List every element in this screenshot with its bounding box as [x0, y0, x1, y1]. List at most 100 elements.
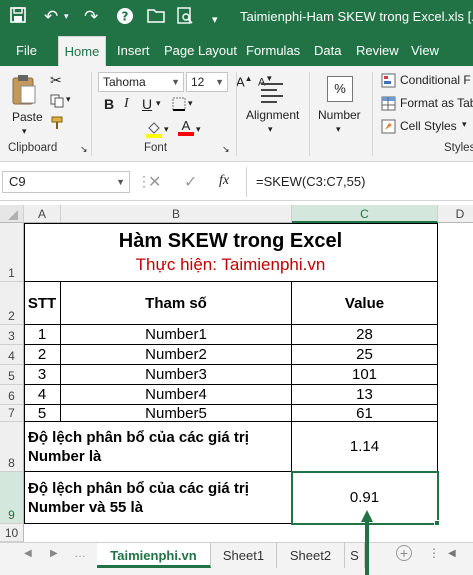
fill-handle[interactable] [434, 520, 440, 526]
sheet-tab-taimienphi[interactable]: Taimienphi.vn [97, 543, 211, 568]
row-header-1[interactable]: 1 [0, 223, 24, 282]
sheet-tab-sheet2[interactable]: Sheet2 [277, 543, 345, 568]
italic-button[interactable]: I [124, 96, 129, 112]
row-header-7[interactable]: 7 [0, 405, 24, 422]
prev-sheet-icon[interactable]: ◀ [24, 548, 32, 559]
stt-cell[interactable]: 1 [24, 325, 61, 345]
scroll-left-icon[interactable]: ◀ [448, 548, 456, 559]
copy-dropdown-icon[interactable]: ▾ [66, 94, 71, 105]
param-cell[interactable]: Number3 [61, 365, 292, 385]
column-header-a[interactable]: A [24, 205, 61, 223]
enter-icon[interactable]: ✓ [184, 172, 197, 192]
param-cell[interactable]: Number4 [61, 385, 292, 405]
font-color-dropdown-icon[interactable]: ▾ [196, 124, 201, 135]
tab-insert[interactable]: Insert [117, 36, 150, 66]
column-header-c[interactable]: C [292, 205, 438, 223]
clipboard-launcher-icon[interactable]: ↘ [80, 144, 88, 155]
tab-file[interactable]: File [16, 36, 37, 66]
underline-button[interactable]: U [142, 96, 152, 112]
fill-color-icon[interactable] [146, 120, 162, 141]
borders-dropdown-icon[interactable]: ▾ [188, 98, 193, 109]
help-icon[interactable]: ? [116, 7, 134, 30]
stt-cell[interactable]: 3 [24, 365, 61, 385]
font-launcher-icon[interactable]: ↘ [222, 144, 230, 155]
next-sheet-icon[interactable]: ▶ [50, 548, 58, 559]
paste-label[interactable]: Paste [12, 110, 43, 124]
header-param-cell[interactable]: Tham số [61, 282, 292, 325]
tab-view[interactable]: View [411, 36, 439, 66]
cancel-icon[interactable]: ✕ [148, 172, 161, 192]
skew-value-cell[interactable]: 1.14 [292, 422, 438, 472]
redo-icon[interactable]: ↷ [84, 7, 98, 27]
tab-data[interactable]: Data [314, 36, 341, 66]
fill-color-dropdown-icon[interactable]: ▾ [164, 124, 169, 135]
cell-styles-dropdown-icon[interactable]: ▾ [462, 119, 467, 130]
sheet-options-icon[interactable]: ⋮ [428, 546, 440, 560]
paste-icon[interactable] [11, 74, 37, 111]
cell-styles-icon[interactable] [381, 119, 396, 137]
tab-formulas[interactable]: Formulas [246, 36, 300, 66]
header-value-cell[interactable]: Value [292, 282, 438, 325]
print-preview-icon[interactable] [176, 7, 194, 30]
conditional-formatting-icon[interactable] [381, 73, 396, 91]
alignment-icon[interactable] [258, 78, 286, 109]
param-cell[interactable]: Number1 [61, 325, 292, 345]
row-header-2[interactable]: 2 [0, 282, 24, 325]
font-size-select[interactable]: 12 ▼ [186, 72, 228, 92]
number-dropdown-icon[interactable]: ▾ [336, 124, 341, 135]
add-sheet-icon[interactable]: + [396, 545, 412, 561]
row-header-9[interactable]: 9 [0, 472, 24, 524]
formula-input[interactable]: =SKEW(C3:C7,55) [256, 174, 365, 189]
name-box[interactable]: C9 ▼ [2, 171, 130, 193]
skew-label-cell[interactable]: Độ lệch phân bổ của các giá trị Number l… [24, 422, 292, 472]
select-all-corner[interactable] [0, 205, 24, 223]
row-header-10[interactable]: 10 [0, 524, 24, 542]
save-icon[interactable] [10, 7, 26, 28]
cell-styles-button[interactable]: Cell Styles [400, 119, 457, 133]
row-header-3[interactable]: 3 [0, 325, 24, 345]
conditional-formatting-button[interactable]: Conditional F [400, 73, 471, 87]
value-cell[interactable]: 28 [292, 325, 438, 345]
param-cell[interactable]: Number2 [61, 345, 292, 365]
insert-function-icon[interactable]: fx [219, 173, 229, 189]
cut-icon[interactable]: ✂ [50, 72, 62, 89]
tab-home[interactable]: Home [58, 36, 106, 66]
row-header-5[interactable]: 5 [0, 365, 24, 385]
row-header-8[interactable]: 8 [0, 422, 24, 472]
column-header-b[interactable]: B [61, 205, 292, 223]
tab-page-layout[interactable]: Page Layout [164, 36, 237, 66]
alignment-button[interactable]: Alignment [246, 108, 299, 122]
undo-dropdown-icon[interactable]: ▾ [64, 7, 69, 27]
value-cell[interactable]: 101 [292, 365, 438, 385]
param-cell[interactable]: Number5 [61, 405, 292, 422]
font-color-icon[interactable]: A [178, 118, 194, 139]
format-painter-icon[interactable] [50, 116, 64, 133]
alignment-dropdown-icon[interactable]: ▾ [268, 124, 273, 135]
stt-cell[interactable]: 2 [24, 345, 61, 365]
sheet-nav-more-icon[interactable]: … [74, 546, 86, 560]
value-cell[interactable]: 61 [292, 405, 438, 422]
format-as-table-button[interactable]: Format as Tab [400, 96, 473, 110]
undo-icon[interactable]: ↶ [44, 7, 58, 27]
open-folder-icon[interactable] [147, 7, 165, 28]
row-header-6[interactable]: 6 [0, 385, 24, 405]
bold-button[interactable]: B [104, 96, 114, 112]
format-as-table-icon[interactable] [381, 96, 396, 114]
customize-qat-icon[interactable]: ▾ [212, 10, 218, 30]
chevron-down-icon[interactable]: ▼ [116, 172, 125, 192]
number-format-icon[interactable]: % [327, 76, 353, 102]
paste-dropdown-icon[interactable]: ▾ [22, 126, 27, 137]
stt-cell[interactable]: 5 [24, 405, 61, 422]
sheet-tab-sheet1[interactable]: Sheet1 [211, 543, 277, 568]
value-cell[interactable]: 13 [292, 385, 438, 405]
value-cell[interactable]: 25 [292, 345, 438, 365]
tab-review[interactable]: Review [356, 36, 399, 66]
header-stt-cell[interactable]: STT [24, 282, 61, 325]
underline-dropdown-icon[interactable]: ▾ [156, 98, 161, 109]
column-header-d[interactable]: D [438, 205, 473, 223]
row-header-4[interactable]: 4 [0, 345, 24, 365]
copy-icon[interactable] [50, 94, 64, 111]
title-cell[interactable]: Hàm SKEW trong Excel Thực hiện: Taimienp… [24, 223, 438, 282]
stt-cell[interactable]: 4 [24, 385, 61, 405]
borders-icon[interactable] [172, 97, 186, 114]
